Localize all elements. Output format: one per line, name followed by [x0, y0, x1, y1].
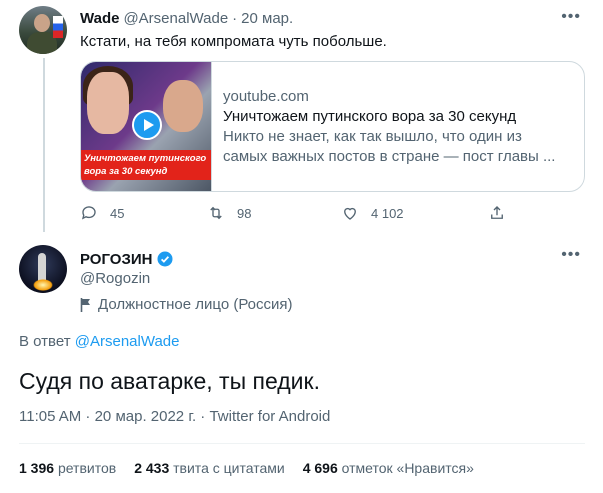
likes-stat[interactable]: 4 696 отметок «Нравится» [303, 460, 474, 476]
like-count: 4 102 [371, 205, 404, 221]
account-label-text: Должностное лицо (Россия) [98, 296, 293, 313]
card-domain: youtube.com [223, 88, 309, 105]
reply-count: 45 [110, 205, 125, 221]
video-thumbnail[interactable]: Уничтожаем путинского вора за 30 секунд [81, 62, 212, 191]
reply-icon [81, 206, 96, 220]
main-tweet-header: РОГОЗИН @Rogozin Должностное лицо (Росси… [80, 250, 293, 314]
thread-connector-line [43, 58, 45, 232]
author-name[interactable]: Wade [80, 10, 119, 27]
share-button[interactable] [488, 204, 506, 222]
separator-dot: · [232, 10, 238, 27]
retweet-icon [210, 206, 222, 220]
tweet-meta[interactable]: 11:05 AM · 20 мар. 2022 г. · Twitter for… [19, 408, 330, 425]
parent-tweet-text: Кстати, на тебя компромата чуть побольше… [80, 33, 387, 50]
avatar-wade[interactable] [19, 6, 67, 54]
author-handle[interactable]: @ArsenalWade [123, 10, 228, 27]
likes-label: отметок «Нравится» [341, 460, 474, 476]
retweets-stat[interactable]: 1 396 ретвитов [19, 460, 116, 476]
avatar-rogozin[interactable] [19, 245, 67, 293]
reply-to-link[interactable]: @ArsenalWade [75, 333, 180, 350]
thumb-figure-face [87, 72, 129, 134]
main-tweet-text: Судя по аватарке, ты педик. [19, 368, 320, 394]
more-options-icon[interactable]: ••• [561, 246, 581, 264]
card-title: Уничтожаем путинского вора за 30 секунд [223, 108, 517, 125]
likes-count: 4 696 [302, 460, 338, 476]
rocket-flame-shape [33, 279, 53, 291]
verified-badge-icon [157, 251, 173, 267]
quotes-stat[interactable]: 2 433 твита с цитатами [134, 460, 285, 476]
divider [19, 443, 585, 444]
reply-context: В ответ @ArsenalWade [19, 333, 179, 350]
tweet-date[interactable]: 20 мар. [241, 10, 293, 27]
card-description-line-1: Никто не знает, как так вышло, что один … [223, 128, 522, 145]
government-label[interactable]: Должностное лицо (Россия) [80, 296, 293, 313]
link-preview-card[interactable]: Уничтожаем путинского вора за 30 секунд … [80, 61, 585, 192]
rocket-shape [38, 253, 46, 281]
thumb-banner-text: Уничтожаем путинского вора за 30 секунд [81, 150, 211, 180]
author-name[interactable]: РОГОЗИН [80, 251, 152, 268]
more-options-icon[interactable]: ••• [561, 8, 581, 26]
reply-prefix: В ответ [19, 333, 71, 350]
retweet-count: 98 [237, 205, 252, 221]
retweets-label: ретвитов [57, 460, 117, 476]
tweet-actions: 45 98 4 102 [80, 204, 510, 222]
flag-icon [80, 297, 90, 312]
card-description-line-2: самых важных постов в стране — пост глав… [223, 148, 556, 165]
author-name-row: РОГОЗИН [80, 250, 293, 268]
thumb-figure-face-2 [163, 80, 203, 132]
like-button[interactable]: 4 102 [341, 204, 488, 222]
reply-button[interactable]: 45 [80, 204, 207, 222]
flag-icon [53, 16, 63, 38]
engagement-stats: 1 396 ретвитов 2 433 твита с цитатами 4 … [19, 460, 474, 476]
quotes-count: 2 433 [134, 460, 170, 476]
card-body: youtube.com Уничтожаем путинского вора з… [212, 62, 569, 191]
author-handle[interactable]: @Rogozin [80, 270, 293, 287]
heart-icon [344, 207, 356, 220]
retweet-button[interactable]: 98 [207, 204, 341, 222]
share-icon [491, 206, 503, 219]
quotes-label: твита с цитатами [173, 460, 285, 476]
avatar-head-shape [34, 14, 50, 32]
retweets-count: 1 396 [19, 460, 55, 476]
play-icon[interactable] [132, 110, 162, 140]
parent-tweet-header: Wade @ArsenalWade · 20 мар. [80, 10, 293, 27]
